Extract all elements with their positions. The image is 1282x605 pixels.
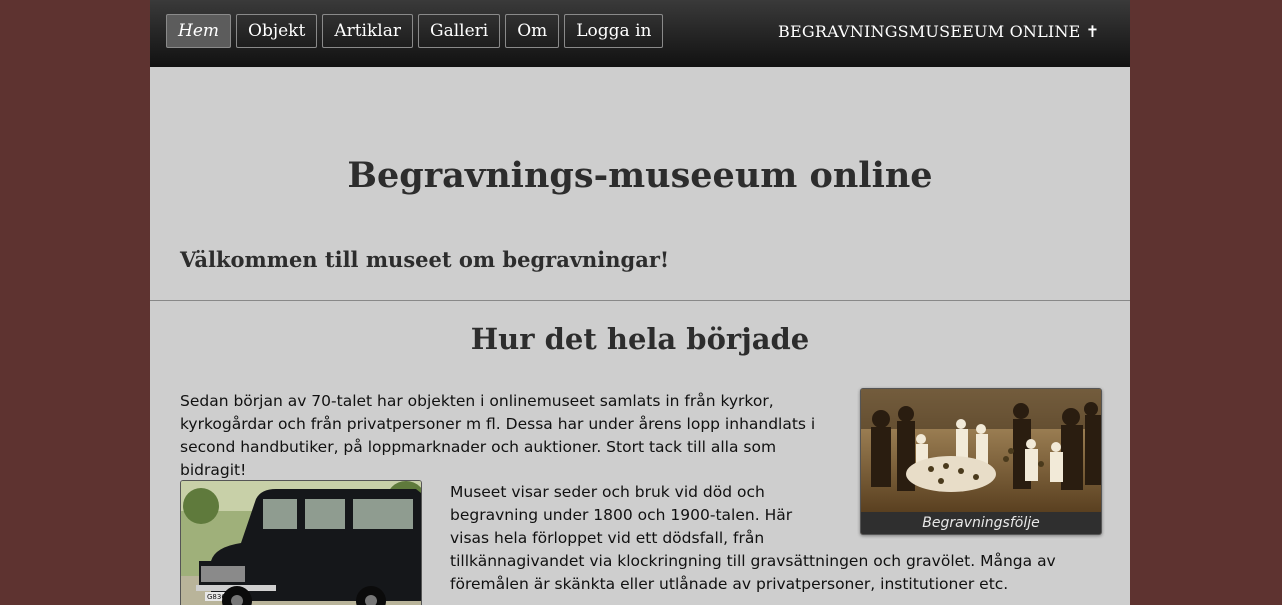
hearse-car-image: G8367 (181, 481, 421, 605)
museum-paragraph-bottom: tillkännagivandet via klockringning till… (450, 552, 1056, 593)
museum-paragraph-top: Museet visar seder och bruk vid död och … (450, 483, 793, 547)
section-heading: Hur det hela började (470, 322, 810, 356)
page-content: Hem Objekt Artiklar Galleri Om Logga in … (150, 0, 1130, 605)
page-title: Begravnings-museeum online (347, 155, 933, 196)
nav-login-button[interactable]: Logga in (564, 14, 664, 48)
welcome-heading: Välkommen till museet om begravningar! (180, 247, 670, 272)
nav-gallery-button[interactable]: Galleri (417, 14, 501, 48)
section-divider (150, 300, 1130, 301)
funeral-procession-image (861, 389, 1101, 512)
nav-articles-button[interactable]: Artiklar (322, 14, 413, 48)
nav-objects-button[interactable]: Objekt (236, 14, 318, 48)
nav-about-button[interactable]: Om (505, 14, 560, 48)
photo-caption: Begravningsfölje (861, 512, 1101, 534)
top-navigation-bar: Hem Objekt Artiklar Galleri Om Logga in … (150, 0, 1130, 67)
main-nav: Hem Objekt Artiklar Galleri Om Logga in (166, 14, 664, 48)
nav-home-button[interactable]: Hem (166, 14, 232, 48)
site-title-link[interactable]: BEGRAVNINGSMUSEEUM ONLINE ✝ (778, 22, 1099, 41)
hearse-photo[interactable]: G8367 (180, 480, 422, 605)
funeral-procession-photo[interactable]: Begravningsfölje (860, 388, 1102, 535)
intro-paragraph: Sedan början av 70-talet har objekten i … (180, 392, 816, 479)
